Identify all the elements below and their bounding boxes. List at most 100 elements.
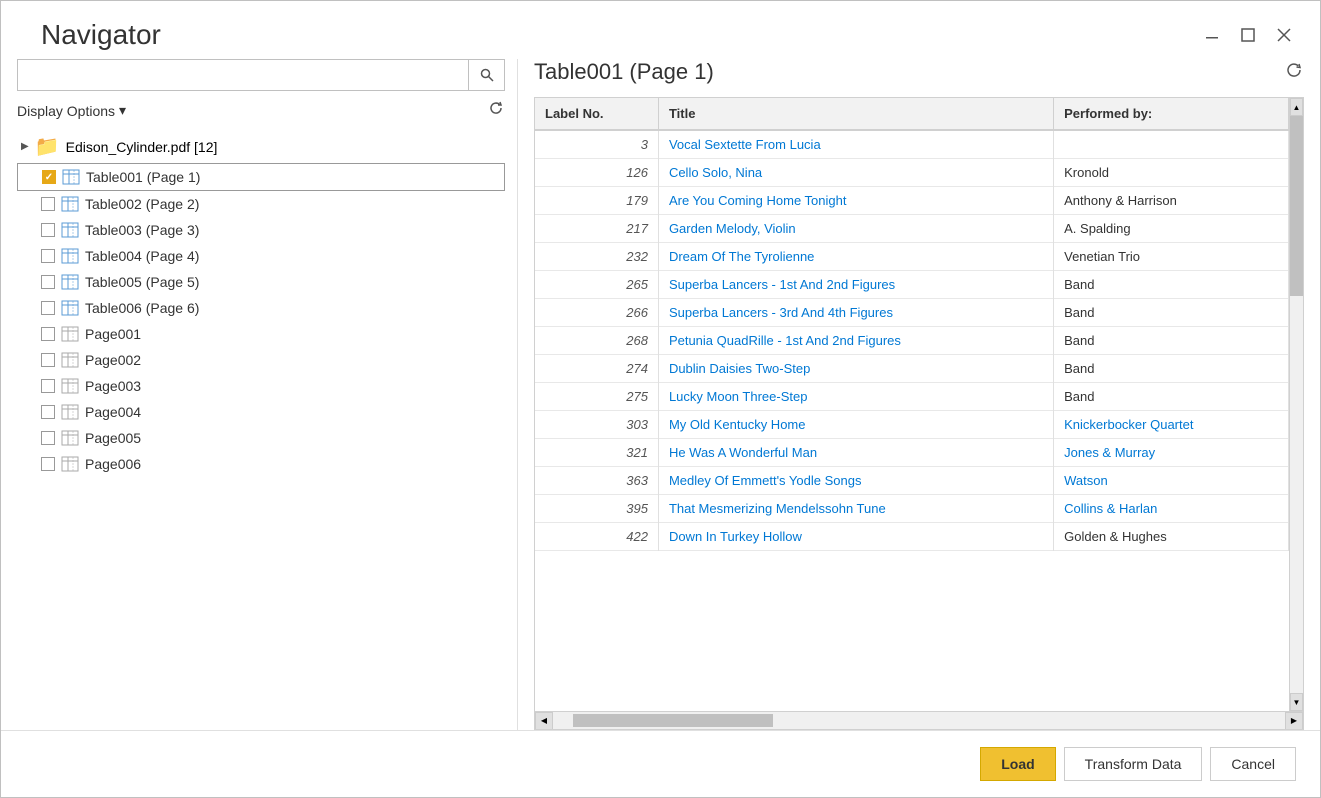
data-table: Label No. Title Performed by: 3Vocal Sex… (535, 98, 1289, 551)
h-scroll-track[interactable] (553, 712, 1285, 729)
display-options-label: Display Options (17, 103, 115, 119)
tree-item[interactable]: Table003 (Page 3) (17, 217, 505, 243)
tree-items-container: Table001 (Page 1) Table002 (Page 2) Tabl… (17, 163, 505, 477)
preview-title: Table001 (Page 1) (534, 59, 714, 85)
cell-title[interactable]: Lucky Moon Three-Step (658, 383, 1053, 411)
cell-title[interactable]: He Was A Wonderful Man (658, 439, 1053, 467)
cell-title[interactable]: Dublin Daisies Two-Step (658, 355, 1053, 383)
dialog-title: Navigator (41, 19, 161, 51)
search-button[interactable] (468, 60, 504, 90)
load-button[interactable]: Load (980, 747, 1055, 781)
cancel-button[interactable]: Cancel (1210, 747, 1296, 781)
vertical-scrollbar[interactable]: ▲ ▼ (1289, 98, 1303, 711)
tree-item[interactable]: Table006 (Page 6) (17, 295, 505, 321)
tree-item-checkbox[interactable] (41, 327, 55, 341)
tree-item-label: Page002 (85, 352, 141, 368)
transform-data-button[interactable]: Transform Data (1064, 747, 1203, 781)
scroll-right-button[interactable]: ▶ (1285, 712, 1303, 730)
tree-item[interactable]: Page002 (17, 347, 505, 373)
close-button[interactable] (1272, 23, 1296, 47)
horizontal-scrollbar[interactable]: ◀ ▶ (535, 711, 1303, 729)
refresh-button[interactable] (487, 99, 505, 122)
cell-title[interactable]: Down In Turkey Hollow (658, 523, 1053, 551)
cell-title[interactable]: Vocal Sextette From Lucia (658, 130, 1053, 159)
tree-item-label: Table003 (Page 3) (85, 222, 199, 238)
tree-item[interactable]: Page005 (17, 425, 505, 451)
cell-title[interactable]: Petunia QuadRille - 1st And 2nd Figures (658, 327, 1053, 355)
cell-performer: Band (1054, 271, 1289, 299)
table-icon (61, 196, 79, 212)
folder-item[interactable]: ▶ 📁 Edison_Cylinder.pdf [12] (17, 130, 505, 163)
tree-item-checkbox[interactable] (41, 275, 55, 289)
page-icon (61, 456, 79, 472)
col-header-title: Title (658, 98, 1053, 130)
display-options-row: Display Options ▾ (17, 99, 505, 122)
tree-item-checkbox[interactable] (41, 405, 55, 419)
table-row: 268Petunia QuadRille - 1st And 2nd Figur… (535, 327, 1289, 355)
tree-item[interactable]: Table001 (Page 1) (17, 163, 505, 191)
cell-title[interactable]: Dream Of The Tyrolienne (658, 243, 1053, 271)
cell-performer: Band (1054, 299, 1289, 327)
tree-item-checkbox[interactable] (41, 197, 55, 211)
table-scroll-inner[interactable]: Label No. Title Performed by: 3Vocal Sex… (535, 98, 1289, 711)
tree-item[interactable]: Table002 (Page 2) (17, 191, 505, 217)
cell-performer: Venetian Trio (1054, 243, 1289, 271)
cell-performer (1054, 130, 1289, 159)
dropdown-icon: ▾ (119, 102, 126, 119)
preview-header: Table001 (Page 1) (534, 59, 1304, 97)
tree-area[interactable]: ▶ 📁 Edison_Cylinder.pdf [12] Table001 (P… (17, 130, 505, 730)
tree-item-checkbox[interactable] (41, 457, 55, 471)
left-panel: Display Options ▾ ▶ 📁 Edison_Cylinder.pd… (17, 59, 517, 730)
preview-refresh-button[interactable] (1284, 60, 1304, 85)
cell-label-no: 217 (535, 215, 658, 243)
tree-item[interactable]: Page001 (17, 321, 505, 347)
page-icon (61, 378, 79, 394)
tree-item[interactable]: Page004 (17, 399, 505, 425)
maximize-button[interactable] (1236, 23, 1260, 47)
page-icon (61, 404, 79, 420)
minimize-button[interactable] (1200, 23, 1224, 47)
cell-title[interactable]: Are You Coming Home Tonight (658, 187, 1053, 215)
scroll-track[interactable] (1290, 116, 1303, 693)
tree-item-label: Table002 (Page 2) (85, 196, 199, 212)
folder-label: Edison_Cylinder.pdf [12] (66, 139, 218, 155)
navigator-dialog: Navigator (0, 0, 1321, 798)
cell-label-no: 303 (535, 411, 658, 439)
cell-label-no: 232 (535, 243, 658, 271)
right-panel: Table001 (Page 1) (517, 59, 1304, 730)
tree-item[interactable]: Table005 (Page 5) (17, 269, 505, 295)
tree-item-label: Table006 (Page 6) (85, 300, 199, 316)
h-scroll-thumb[interactable] (573, 714, 773, 727)
cell-title[interactable]: Superba Lancers - 3rd And 4th Figures (658, 299, 1053, 327)
tree-item-checkbox[interactable] (41, 223, 55, 237)
cell-title[interactable]: Medley Of Emmett's Yodle Songs (658, 467, 1053, 495)
tree-item-label: Page004 (85, 404, 141, 420)
cell-title[interactable]: Cello Solo, Nina (658, 159, 1053, 187)
cell-title[interactable]: My Old Kentucky Home (658, 411, 1053, 439)
scroll-left-button[interactable]: ◀ (535, 712, 553, 730)
tree-item-label: Page001 (85, 326, 141, 342)
table-row: 3Vocal Sextette From Lucia (535, 130, 1289, 159)
chevron-icon: ▶ (21, 141, 29, 152)
search-bar-container (17, 59, 505, 91)
cell-title[interactable]: Garden Melody, Violin (658, 215, 1053, 243)
scroll-thumb[interactable] (1290, 116, 1303, 296)
tree-item-checkbox[interactable] (41, 353, 55, 367)
tree-item[interactable]: Page003 (17, 373, 505, 399)
table-row: 266Superba Lancers - 3rd And 4th Figures… (535, 299, 1289, 327)
table-row: 363Medley Of Emmett's Yodle SongsWatson (535, 467, 1289, 495)
cell-title[interactable]: That Mesmerizing Mendelssohn Tune (658, 495, 1053, 523)
tree-item-checkbox[interactable] (41, 249, 55, 263)
search-input[interactable] (18, 60, 468, 90)
display-options-button[interactable]: Display Options ▾ (17, 102, 126, 119)
scroll-down-button[interactable]: ▼ (1290, 693, 1303, 711)
tree-item[interactable]: Table004 (Page 4) (17, 243, 505, 269)
tree-item-label: Page003 (85, 378, 141, 394)
tree-item-checkbox[interactable] (41, 379, 55, 393)
tree-item-checkbox[interactable] (42, 170, 56, 184)
cell-title[interactable]: Superba Lancers - 1st And 2nd Figures (658, 271, 1053, 299)
scroll-up-button[interactable]: ▲ (1290, 98, 1303, 116)
tree-item[interactable]: Page006 (17, 451, 505, 477)
tree-item-checkbox[interactable] (41, 301, 55, 315)
tree-item-checkbox[interactable] (41, 431, 55, 445)
